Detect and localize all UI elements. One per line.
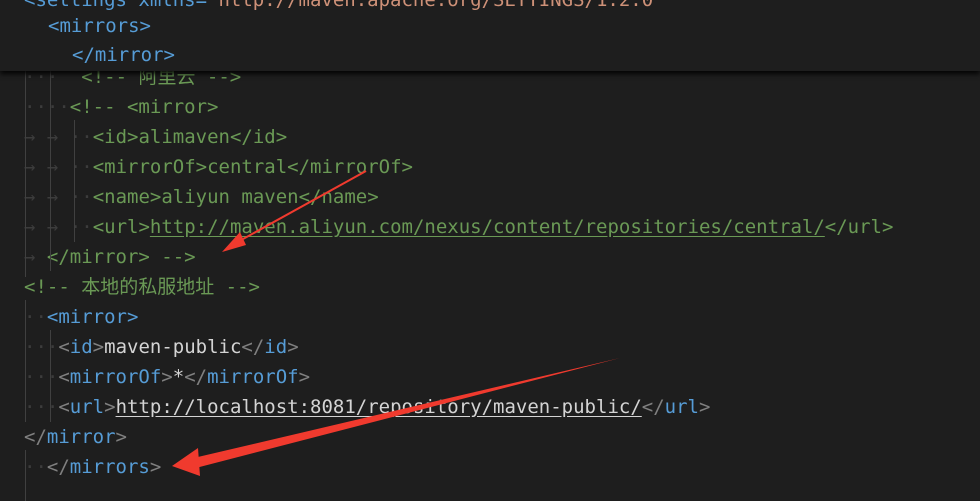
code-line[interactable]: → → ··<mirrorOf>central</mirrorOf> [24,152,413,182]
indent-guide [74,120,75,242]
settings-tag: <settings xmlns= [24,0,208,11]
mirrors-open-tag: <mirrors> [48,15,151,37]
indent-guide [50,330,51,422]
code-line[interactable]: → → ··<id>alimaven</id> [24,122,287,152]
alimaven-id: alimaven [138,126,230,148]
comment-mirror-open: <!-- <mirror> [69,96,219,118]
code-line[interactable]: → → ··<url>http://maven.aliyun.com/nexus… [24,212,893,242]
code-line[interactable]: ···<mirrorOf>*</mirrorOf> [24,362,310,392]
indent-guide [25,71,26,277]
indent-guide [25,450,26,501]
mirror-close-tag: mirror [46,426,116,448]
code-line[interactable]: ··</mirrors> [24,452,161,482]
code-editor[interactable]: <settings xmlns="http://maven.apache.org… [0,0,980,501]
settings-xmlns-value: "http://maven.apache.org/SETTINGS/1.2.0" [207,0,665,11]
code-line[interactable]: </mirror> [24,422,127,452]
code-line[interactable]: → → ··<name>aliyun maven</name> [24,182,379,212]
code-line[interactable]: ····<!-- <mirror> [24,92,218,122]
code-line[interactable]: ··<mirror> [24,302,138,332]
maven-public-id: maven-public [104,336,242,358]
mirror-open-tag: mirror [58,306,127,328]
mirror-close-tag: </mirror> [72,44,175,66]
localhost-url-link[interactable]: http://localhost:8081/repository/maven-p… [116,396,642,418]
code-line[interactable]: <!-- 本地的私服地址 --> [24,272,260,302]
aliyun-url-link[interactable]: http://maven.aliyun.com/nexus/content/re… [150,216,825,238]
sticky-line-mirror[interactable]: </mirror> [72,41,175,69]
code-line[interactable]: ···<id>maven-public</id> [24,332,299,362]
indent-guide [50,71,51,271]
sticky-scroll-header[interactable]: <settings xmlns="http://maven.apache.org… [0,0,980,71]
comment-local-repo: <!-- 本地的私服地址 --> [24,276,260,298]
code-line[interactable]: ···<url>http://localhost:8081/repository… [24,392,710,422]
indent-guide [25,300,26,422]
comment-mirror-close: </mirror> --> [46,246,196,268]
mirrors-close-tag: mirrors [69,456,150,478]
sticky-line-mirrors[interactable]: <mirrors> [48,12,151,40]
